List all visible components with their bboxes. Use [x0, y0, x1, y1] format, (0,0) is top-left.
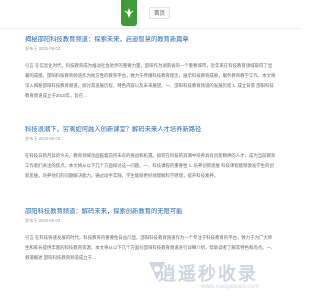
article-date: 发布于 2025-06-03: [25, 46, 61, 51]
article-item: 揭秘邵阳科技教育频道：探索未来，启迪智慧的教育新篇章 发布于 2025-06-0…: [25, 36, 276, 111]
top-bar: 首页: [0, 0, 300, 29]
watermark: 逍遥秒收录 www.xiaoyaoseo.com: [147, 256, 297, 296]
article-item: 科技浪潮下，穷离如何融入创新课堂？解码未来人才培养新路径 发布于 2025-06…: [25, 126, 276, 201]
article-summary: 引言 在信息化时代，科技教育成为推动社会进步的重要力量，邵阳作为湖南省的一个重要…: [25, 63, 276, 98]
article-summary: 在科技日新月异的今天，教育领域也面临着前所未有的挑战和机遇。如何在科技的浪潮中培…: [25, 153, 276, 178]
watermark-url: www.xiaoyaoseo.com: [201, 284, 259, 290]
article-title[interactable]: 邵阳科技教育频道：解码未来，探索创新教育的无限可能: [25, 208, 276, 216]
article-title[interactable]: 揭秘邵阳科技教育频道：探索未来，启迪智慧的教育新篇章: [25, 36, 276, 44]
article-title[interactable]: 科技浪潮下，穷离如何融入创新课堂？解码未来人才培养新路径: [25, 126, 276, 134]
article-date: 发布于 2025-06-03: [25, 136, 61, 141]
leaf-icon: [124, 8, 134, 18]
watermark-text: 逍遥秒收录: [158, 264, 258, 285]
site-logo[interactable]: [121, 0, 137, 26]
nav-home-link[interactable]: 首页: [149, 7, 171, 19]
article-date: 发布于 2025-06-03: [25, 218, 61, 223]
